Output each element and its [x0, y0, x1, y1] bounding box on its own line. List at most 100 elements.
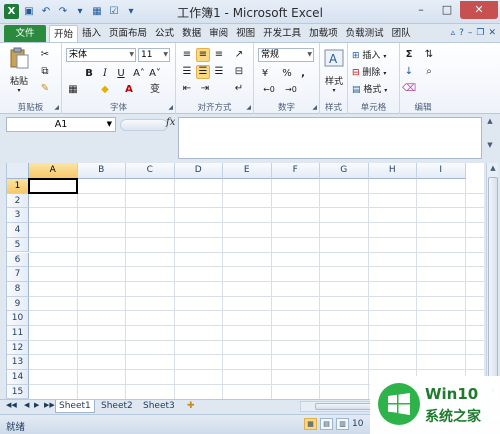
row-header[interactable]: 1 [7, 179, 29, 194]
find-select-icon[interactable]: ⌕ [422, 65, 436, 79]
font-name-combo[interactable]: 宋体 ▼ [66, 48, 136, 62]
last-sheet-icon[interactable]: ▶▶ [44, 401, 55, 409]
row-header[interactable]: 3 [7, 208, 29, 224]
delete-cells-button[interactable]: ⊟ 删除 ▾ [352, 65, 386, 78]
active-cell[interactable] [28, 178, 78, 194]
tab-addins[interactable]: 加载项 [305, 25, 342, 42]
shrink-font-button[interactable]: A˅ [148, 67, 162, 81]
column-header[interactable]: B [77, 163, 126, 179]
insert-sheet-icon[interactable]: ✚ [184, 400, 198, 413]
tab-load-test[interactable]: 负载测试 [342, 25, 388, 42]
maximize-button[interactable]: □ [434, 1, 460, 19]
format-painter-icon[interactable]: ✎ [38, 82, 52, 96]
formula-bar-scroll[interactable]: ▲ ▼ [484, 117, 496, 159]
column-header[interactable]: D [174, 163, 223, 179]
tab-data[interactable]: 数据 [178, 25, 205, 42]
formula-bar-splitter[interactable] [120, 119, 168, 131]
clear-icon[interactable]: ⌫ [402, 82, 416, 96]
fill-icon[interactable]: ↓ [402, 65, 416, 79]
column-header[interactable]: F [271, 163, 320, 179]
tab-team[interactable]: 团队 [388, 25, 415, 42]
help-icon[interactable]: ? [459, 25, 464, 42]
name-box[interactable]: A1 ▼ [6, 117, 116, 132]
percent-button[interactable]: % [280, 67, 294, 81]
row-header[interactable]: 10 [7, 311, 29, 326]
prev-sheet-icon[interactable]: ◀ [24, 401, 29, 409]
clipboard-launcher-icon[interactable]: ◢ [54, 104, 59, 111]
row-header[interactable]: 11 [7, 326, 29, 341]
row-header[interactable]: 7 [7, 267, 29, 282]
tab-file[interactable]: 文件 [4, 25, 46, 42]
align-left-icon[interactable]: ☰ [180, 65, 194, 79]
font-color-icon[interactable]: A [122, 83, 136, 97]
row-header[interactable]: 8 [7, 281, 29, 297]
currency-icon[interactable]: ¥ [258, 67, 272, 81]
tab-view[interactable]: 视图 [232, 25, 259, 42]
align-bottom-icon[interactable]: ≡ [212, 48, 226, 62]
font-launcher-icon[interactable]: ◢ [168, 104, 173, 111]
tab-formulas[interactable]: 公式 [151, 25, 178, 42]
formula-up-icon[interactable]: ▲ [484, 117, 496, 125]
insert-cells-button[interactable]: ⊞ 插入 ▾ [352, 48, 386, 61]
number-launcher-icon[interactable]: ◢ [312, 104, 317, 111]
scroll-up-icon[interactable]: ▲ [487, 164, 499, 172]
collapse-ribbon-icon[interactable]: ▵ [451, 25, 456, 42]
row-header[interactable]: 12 [7, 340, 29, 356]
format-cells-button[interactable]: ▤ 格式 ▾ [352, 82, 387, 95]
row-header[interactable]: 5 [7, 237, 29, 253]
next-sheet-icon[interactable]: ▶ [34, 401, 39, 409]
fill-color-icon[interactable]: ◆ [98, 83, 112, 97]
borders-icon[interactable]: ▦ [66, 83, 80, 97]
bold-button[interactable]: B [82, 67, 96, 81]
cut-icon[interactable]: ✂ [38, 48, 52, 62]
row-header[interactable]: 9 [7, 296, 29, 312]
row-header[interactable]: 13 [7, 355, 29, 371]
orientation-icon[interactable]: ↗ [232, 48, 246, 62]
select-all-corner[interactable] [7, 163, 29, 179]
comma-button[interactable]: , [296, 67, 310, 81]
increase-indent-icon[interactable]: ⇥ [198, 82, 212, 96]
column-header[interactable]: H [368, 163, 417, 179]
decrease-indent-icon[interactable]: ⇤ [180, 82, 194, 96]
phonetic-button[interactable]: 变 [148, 83, 162, 97]
minimize-button[interactable]: – [408, 1, 434, 19]
zoom-level[interactable]: 10 [352, 419, 363, 429]
name-box-dropdown-icon[interactable]: ▼ [107, 118, 112, 131]
column-header[interactable]: G [320, 163, 369, 179]
tab-insert[interactable]: 插入 [78, 25, 105, 42]
column-header[interactable]: I [417, 163, 466, 179]
wrap-text-icon[interactable]: ↵ [232, 82, 246, 96]
increase-decimal-icon[interactable]: ←0 [262, 83, 276, 97]
italic-button[interactable]: I [98, 67, 112, 81]
vertical-scroll-thumb[interactable] [488, 177, 498, 382]
worksheet-grid[interactable]: A B C D E F G H I 1 2 3 4 5 6 7 8 9 10 11 12 13 14 15 [6, 163, 484, 399]
number-format-combo[interactable]: 常规 ▼ [258, 48, 314, 62]
tab-developer[interactable]: 开发工具 [259, 25, 305, 42]
autosum-button[interactable]: Σ [402, 48, 416, 62]
window-restore-icon[interactable]: ❐ [476, 25, 484, 42]
row-header[interactable]: 15 [7, 384, 29, 399]
first-sheet-icon[interactable]: ◀◀ [6, 401, 17, 409]
row-header[interactable]: 4 [7, 223, 29, 238]
sheet-tab-3[interactable]: Sheet3 [140, 400, 178, 413]
window-minimize-icon[interactable]: – [468, 25, 473, 42]
close-button[interactable]: ✕ [460, 1, 498, 19]
insert-function-button[interactable]: fx [166, 117, 175, 128]
column-header[interactable]: C [126, 163, 175, 179]
styles-button[interactable]: A 样式 ▾ [320, 47, 348, 94]
align-top-icon[interactable]: ≡ [180, 48, 194, 62]
normal-view-icon[interactable]: ▦ [304, 418, 317, 430]
underline-button[interactable]: U [114, 67, 128, 81]
row-header[interactable]: 14 [7, 370, 29, 385]
decrease-decimal-icon[interactable]: →0 [284, 83, 298, 97]
align-center-icon[interactable]: ☰ [196, 65, 210, 79]
formula-input[interactable] [178, 117, 482, 159]
sheet-tab-2[interactable]: Sheet2 [98, 400, 136, 413]
page-layout-view-icon[interactable]: ▤ [320, 418, 333, 430]
copy-icon[interactable]: ⧉ [38, 65, 52, 79]
tab-home[interactable]: 开始 [49, 25, 79, 42]
row-header[interactable]: 6 [7, 252, 29, 268]
column-header[interactable]: E [223, 163, 272, 179]
sort-filter-icon[interactable]: ⇅ [422, 48, 436, 62]
formula-down-icon[interactable]: ▼ [484, 141, 496, 149]
